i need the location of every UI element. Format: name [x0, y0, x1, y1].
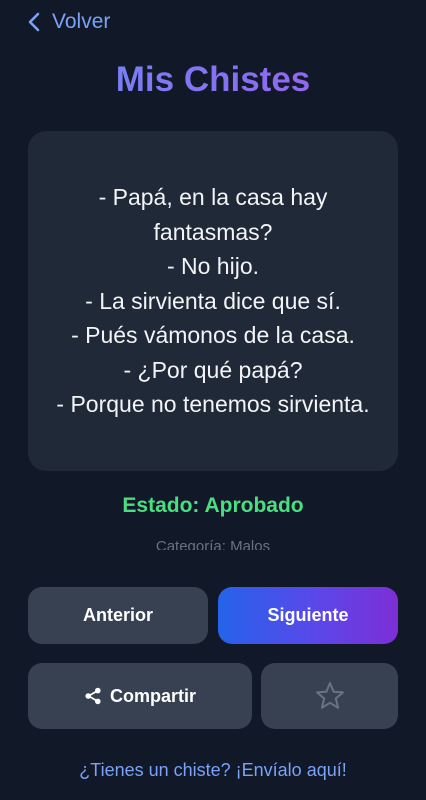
- joke-line: - No hijo.: [166, 253, 260, 280]
- category-container: Categoría: Malos: [0, 538, 426, 550]
- chevron-left-icon: [28, 12, 40, 32]
- previous-button[interactable]: Anterior: [28, 587, 208, 644]
- favorite-button[interactable]: [261, 663, 398, 729]
- star-outline-icon: [315, 682, 344, 709]
- joke-line: - ¿Por qué papá?: [123, 356, 303, 383]
- category-text: Categoría: Malos: [155, 538, 271, 550]
- joke-line: - La sirvienta dice que sí.: [85, 287, 341, 314]
- status-text: Estado: Aprobado: [122, 494, 304, 517]
- share-label: Compartir: [109, 685, 196, 706]
- joke-line: - Pués vámonos de la casa.: [71, 322, 355, 349]
- joke-line: - Papá, en la casa hay fantasmas?: [98, 184, 328, 245]
- share-icon: [85, 687, 101, 705]
- share-button[interactable]: Compartir: [28, 663, 252, 729]
- joke-card: - Papá, en la casa hay fantasmas? - No h…: [28, 131, 398, 471]
- joke-text: - Papá, en la casa hay fantasmas? - No h…: [52, 180, 374, 422]
- back-label: Volver: [52, 10, 111, 33]
- joke-line: - Porque no tenemos sirvienta.: [56, 391, 370, 418]
- back-button[interactable]: Volver: [26, 10, 110, 34]
- page-title: Mis Chistes: [0, 60, 426, 100]
- next-label: Siguiente: [267, 605, 349, 625]
- submit-joke-link[interactable]: ¿Tienes un chiste? ¡Envíalo aquí!: [0, 760, 426, 781]
- next-button[interactable]: Siguiente: [218, 587, 398, 644]
- previous-label: Anterior: [82, 605, 153, 625]
